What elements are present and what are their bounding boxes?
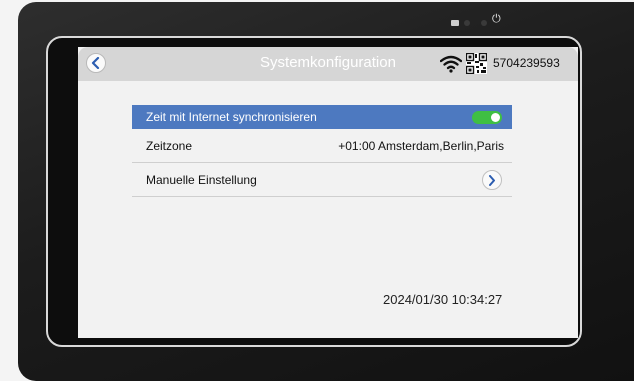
power-icon[interactable]: ⏻ [492, 13, 501, 26]
screen: Systemkonfiguration 5704239593 Zeit mit … [78, 47, 578, 338]
current-datetime: 2024/01/30 10:34:27 [383, 292, 503, 307]
sensor-indicator [464, 20, 470, 26]
chevron-right-icon [489, 174, 495, 186]
qr-code-icon[interactable] [466, 53, 487, 74]
camera-indicator [451, 20, 459, 26]
timezone-row[interactable]: Zeitzone +01:00 Amsterdam,Berlin,Paris [132, 129, 512, 163]
sync-time-label: Zeit mit Internet synchronisieren [146, 110, 317, 124]
sync-time-row[interactable]: Zeit mit Internet synchronisieren [132, 105, 512, 129]
sync-time-toggle[interactable] [472, 111, 502, 124]
top-bar: Systemkonfiguration 5704239593 [78, 47, 578, 81]
toggle-knob [491, 113, 500, 122]
settings-list: Zeit mit Internet synchronisieren Zeitzo… [132, 105, 512, 197]
manual-setting-row[interactable]: Manuelle Einstellung [132, 163, 512, 197]
timezone-label: Zeitzone [146, 139, 193, 153]
manual-setting-button[interactable] [482, 170, 502, 190]
manual-setting-label: Manuelle Einstellung [146, 173, 257, 187]
device-id: 5704239593 [493, 56, 560, 70]
led-indicator [481, 20, 487, 26]
timezone-value: +01:00 Amsterdam,Berlin,Paris [338, 139, 504, 153]
chevron-left-icon [91, 57, 100, 69]
back-button[interactable] [86, 53, 106, 73]
wifi-icon [440, 55, 462, 73]
